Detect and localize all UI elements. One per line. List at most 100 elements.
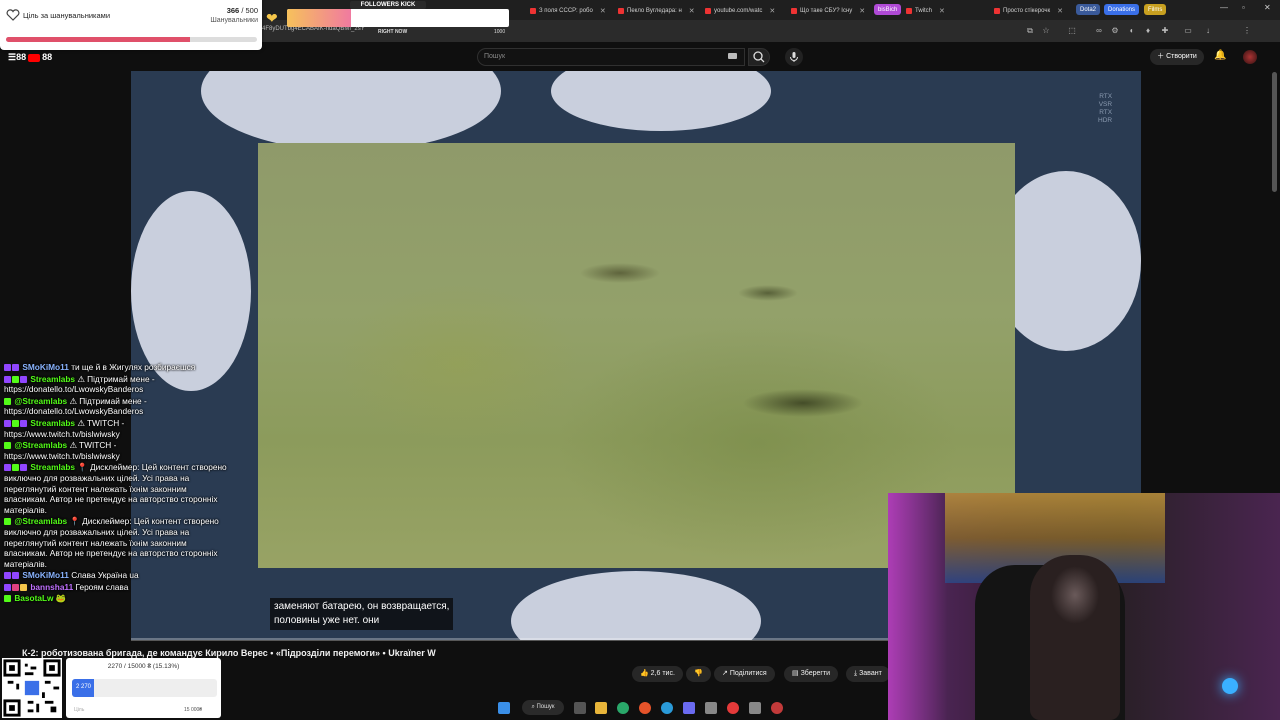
save-button[interactable]: ▤ Зберегти [784,666,839,682]
video-frame-pattern [201,71,501,151]
chat-text: Слава Україна ua [71,570,139,581]
video-watermark: RTX VSR RTX HDR [1098,93,1112,125]
minimize-icon[interactable]: — [1220,3,1228,12]
notifications-bell-icon[interactable]: 🔔 [1214,50,1226,61]
tab-favicon-icon [530,7,536,14]
telegram-icon[interactable] [661,702,673,714]
close-tab-icon[interactable]: ✕ [689,7,695,15]
extension-icon[interactable]: ◐ [1127,26,1137,36]
close-window-icon[interactable]: ✕ [1264,3,1271,12]
menu-icon[interactable]: ⋮ [1242,26,1252,36]
chat-message: BasotaLw 🐸 [4,593,230,604]
donation-text: 2270 / 15000 ₴ (15.13%) [107,663,180,670]
play-logo-icon [28,53,41,62]
browser-tab[interactable]: Просто стікерочк ✕ [990,3,1076,18]
taskbar-search[interactable]: ⌕ Пошук [522,700,564,715]
extension-icon[interactable]: ⚙ [1110,26,1120,36]
create-button[interactable]: ＋ Створити [1150,49,1204,65]
chat-message: Streamlabs 📍 Дисклеймер: Цей контент ств… [4,462,230,515]
thumbs-up-icon: 👍 [640,670,649,677]
keyboard-icon[interactable] [728,53,737,59]
logo-text: 88 [16,52,27,62]
browser-tab[interactable]: З поля СССР: робо ✕ [526,3,612,18]
watermark-line: VSR [1098,101,1113,108]
hamburger-icon[interactable]: ☰ [8,52,16,62]
chat-nick: @Streamlabs [14,395,68,406]
puzzle-icon[interactable]: ✚ [1160,26,1170,36]
file-explorer-icon[interactable] [595,702,607,714]
taskbar-search-label: Пошук [536,704,555,710]
browser-tab[interactable]: Twitch ✕ [902,3,988,18]
page-scrollbar[interactable] [1272,72,1277,192]
firefox-icon[interactable] [639,702,651,714]
watermark-line: RTX [1099,109,1113,116]
tab-label: youtube.com/watc [714,7,763,14]
search-button[interactable] [748,48,770,66]
goal-progress-fill [6,37,190,42]
donation-qr-code [2,658,62,718]
chat-message: @Streamlabs 📍 Дисклеймер: Цей контент ст… [4,516,230,569]
cast-icon[interactable]: ⧉ [1025,26,1035,36]
chat-nick: Streamlabs [30,373,76,384]
bookmark-chip[interactable]: bisBich [874,4,902,15]
youtube-logo[interactable]: ☰88 88 [8,52,52,63]
extension-icon[interactable]: ⬚ [1067,26,1077,36]
close-tab-icon[interactable]: ✕ [600,7,606,15]
chat-text: 🐸 [55,593,67,604]
dislike-button[interactable]: 👎 [686,666,711,682]
chat-badge-icon [12,583,19,591]
app-icon[interactable] [683,702,695,714]
bookmark-star-icon[interactable]: ☆ [1041,26,1051,36]
goal-total: / 500 [241,6,258,15]
app-icon[interactable] [705,702,717,714]
tab-label: З поля СССР: робо [539,7,593,14]
webcam-streamer [1030,555,1120,720]
settings-icon[interactable] [749,702,761,714]
kick-progress-bar: 289 (28%) [287,9,509,27]
browser-tab[interactable]: Що таке СБУ? Існу ✕ [787,3,873,18]
sidebar-icon[interactable]: ▭ [1183,26,1193,36]
voice-search-button[interactable] [785,48,803,66]
chat-badge-icon [4,364,11,371]
close-tab-icon[interactable]: ✕ [939,7,945,15]
close-tab-icon[interactable]: ✕ [1057,7,1063,15]
download-button[interactable]: ⤓ Завант [846,666,890,682]
download-icon: ⤓ [854,670,858,677]
share-button[interactable]: ↗ Поділитися [714,666,775,682]
search-input[interactable] [477,48,745,66]
edge-icon[interactable] [617,702,629,714]
bookmark-chip[interactable]: Donations [1104,4,1140,15]
browser-tab[interactable]: youtube.com/watc ✕ [701,3,787,18]
extension-icon[interactable]: ♦ [1143,26,1153,36]
obs-icon[interactable] [771,702,783,714]
maximize-icon[interactable]: ▫ [1242,3,1245,12]
chat-overlay: SMoKiMo11 ти ще й в Жигулях розбираєшся … [4,362,230,605]
close-tab-icon[interactable]: ✕ [859,7,865,15]
avatar[interactable] [1243,50,1257,64]
bookmark-chip[interactable]: Dota2 [1076,4,1101,15]
task-view-icon[interactable] [574,702,586,714]
chat-message: bannsha11 Героям слава [4,582,230,593]
like-button[interactable]: 👍 2,6 тис. [632,666,683,682]
extension-icon[interactable]: ∞ [1094,26,1104,36]
chat-badge-icon [12,464,19,472]
bookmark-chip[interactable]: Films [1144,4,1167,15]
tab-favicon-icon [994,7,1000,14]
browser-tab[interactable]: Пекло Вугледара: н ✕ [614,3,700,18]
video-title: К-2: роботизована бригада, де командує К… [22,648,436,658]
chat-badge-icon [4,572,11,580]
chat-badge-icon [12,375,19,383]
search-placeholder: Пошук [484,53,506,60]
kick-title: FOLLOWERS KICK [350,1,426,9]
donation-right-label: 15 000₴ [184,707,203,713]
tab-label: Що таке СБУ? Існу [800,7,853,14]
donation-progress-bar [72,679,217,697]
close-tab-icon[interactable]: ✕ [769,7,775,15]
chat-badge-icon [4,419,11,427]
download-icon[interactable]: ↓ [1203,26,1213,36]
windows-start-icon[interactable] [498,702,510,714]
share-label: Поділитися [729,670,767,677]
search-icon [753,51,765,63]
watermark-line: RTX [1099,93,1113,100]
chrome-icon[interactable] [727,702,739,714]
